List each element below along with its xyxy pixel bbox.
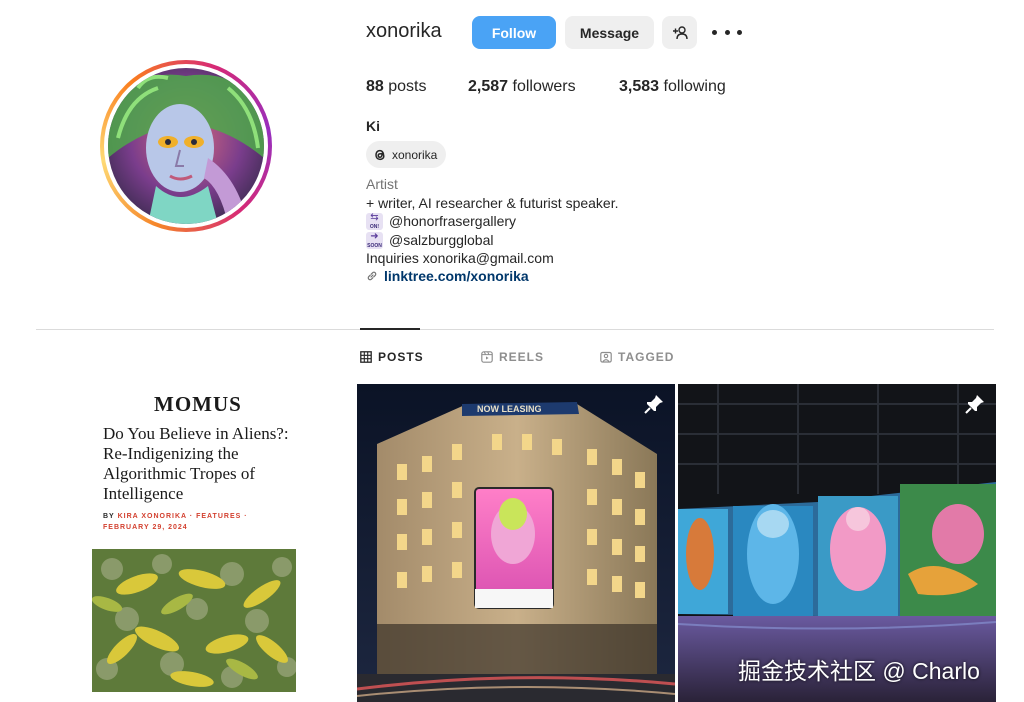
add-user-icon	[672, 25, 688, 39]
profile-category: Artist	[366, 176, 398, 192]
bio-line-mention: ⇆ ON! @honorfrasergallery	[366, 212, 516, 230]
reels-icon	[481, 351, 493, 363]
article-image	[92, 549, 296, 692]
grid-icon	[360, 351, 372, 363]
avatar[interactable]	[108, 68, 264, 224]
more-options-button[interactable]	[712, 22, 742, 42]
following-count: 3,583	[619, 78, 660, 95]
mention-honorfrasergallery[interactable]: @honorfrasergallery	[389, 212, 516, 230]
avatar-image	[108, 68, 264, 224]
stat-posts: 88 posts	[366, 78, 427, 96]
followers-count: 2,587	[468, 78, 509, 95]
momus-article-card: MOMUS Do You Believe in Aliens?: Re-Indi…	[36, 384, 354, 702]
tabs-divider	[36, 329, 994, 330]
posts-count: 88	[366, 78, 384, 95]
article-date: FEBRUARY 29, 2024	[103, 524, 188, 531]
tab-reels-label: REELS	[499, 350, 545, 364]
leaves-image	[92, 549, 296, 692]
watermark: 掘金技术社区 @ Charlo	[738, 658, 980, 684]
avatar-gap	[104, 64, 268, 228]
post-tile[interactable]: NOW LEASING	[357, 384, 675, 702]
emoji-label: SOON	[367, 242, 382, 249]
byline-author: KIRA XONORIKA	[117, 513, 187, 520]
threads-icon	[375, 149, 385, 160]
profile-full-name: Ki	[366, 118, 380, 134]
byline-section: FEATURES	[196, 513, 242, 520]
tab-tagged[interactable]: TAGGED	[600, 350, 674, 364]
on-arrow-icon: ⇆ ON!	[366, 212, 383, 230]
building-image: NOW LEASING	[357, 384, 675, 702]
posts-label: posts	[388, 78, 427, 95]
tab-tagged-label: TAGGED	[618, 350, 675, 364]
profile-username: xonorika	[366, 20, 442, 42]
threads-badge[interactable]: xonorika	[366, 141, 447, 168]
threads-handle: xonorika	[392, 147, 438, 162]
suggest-user-button[interactable]	[662, 16, 697, 49]
following-label: following	[663, 78, 726, 95]
avatar-ring[interactable]	[100, 60, 272, 232]
soon-arrow-icon: ➜ SOON	[366, 230, 383, 249]
bio-line-mention: ➜ SOON @salzburgglobal	[366, 231, 494, 249]
profile-link-text[interactable]: linktree.com/xonorika	[384, 267, 529, 285]
followers-label: followers	[512, 78, 576, 95]
emoji-label: ON!	[369, 223, 380, 230]
stat-followers[interactable]: 2,587 followers	[468, 78, 576, 96]
more-icon-dot	[724, 29, 730, 35]
bio-line: Inquiries xonorika@gmail.com	[366, 250, 554, 266]
byline-separator: ·	[244, 513, 248, 520]
message-button[interactable]: Message	[565, 16, 654, 49]
profile-link[interactable]: linktree.com/xonorika	[366, 267, 529, 285]
byline-separator: ·	[189, 513, 194, 520]
active-tab-indicator	[360, 328, 420, 330]
pin-icon	[644, 395, 663, 414]
stat-following[interactable]: 3,583 following	[619, 78, 726, 96]
link-icon	[367, 271, 377, 281]
more-icon	[712, 29, 717, 35]
pin-icon	[965, 395, 984, 414]
bio-line: + writer, AI researcher & futurist speak…	[366, 195, 619, 211]
mention-salzburgglobal[interactable]: @salzburgglobal	[389, 231, 494, 249]
more-icon-dot	[737, 29, 742, 35]
building-sign: NOW LEASING	[477, 404, 542, 414]
follow-button[interactable]: Follow	[472, 16, 556, 49]
tab-posts-label: POSTS	[378, 350, 424, 364]
momus-logo: MOMUS	[154, 392, 242, 416]
article-title: Do You Believe in Aliens?: Re-Indigenizi…	[103, 424, 289, 503]
tab-posts[interactable]: POSTS	[360, 350, 424, 364]
post-tile[interactable]: MOMUS Do You Believe in Aliens?: Re-Indi…	[36, 384, 354, 702]
tab-reels[interactable]: REELS	[481, 350, 544, 364]
byline-by: BY	[103, 513, 115, 520]
tagged-icon	[600, 351, 612, 363]
article-byline: BY KIRA XONORIKA · FEATURES ·	[103, 513, 248, 520]
